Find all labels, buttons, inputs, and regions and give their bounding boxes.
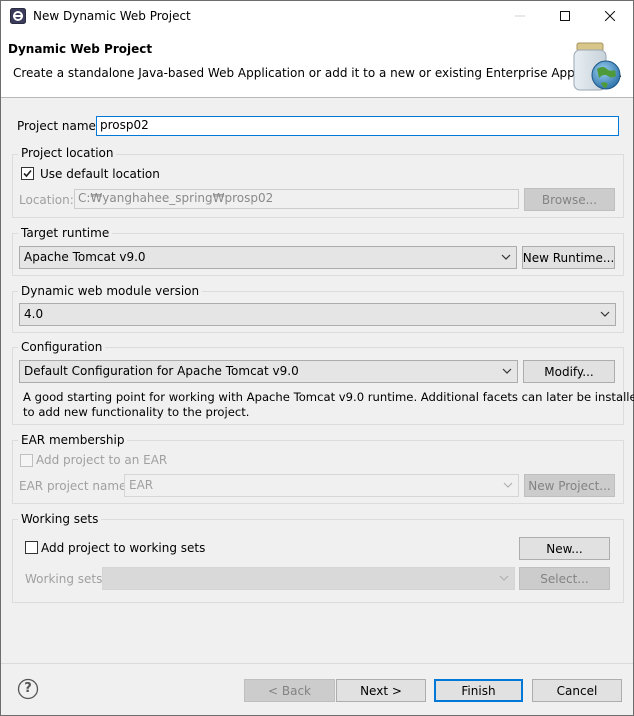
module-version-select[interactable]: 4.0 <box>19 303 616 326</box>
working-sets-label: Working sets: <box>25 572 107 586</box>
back-button[interactable]: < Back <box>244 679 335 702</box>
working-sets-group-label: Working sets <box>18 512 102 526</box>
chevron-down-icon <box>499 575 509 581</box>
chevron-down-icon <box>503 482 513 488</box>
add-to-working-sets-label: Add project to working sets <box>41 541 206 555</box>
close-icon <box>605 11 615 21</box>
target-runtime-select[interactable]: Apache Tomcat v9.0 <box>19 246 517 269</box>
window-title: New Dynamic Web Project <box>33 9 191 23</box>
configuration-description-line2: to add new functionality to the project. <box>23 405 250 419</box>
project-location-group-label: Project location <box>18 146 117 160</box>
chevron-down-icon <box>600 311 610 317</box>
location-input[interactable]: C:₩yanghahee_spring₩prosp02 <box>74 189 519 209</box>
new-working-set-button[interactable]: New... <box>519 537 610 560</box>
eclipse-app-icon <box>10 8 26 24</box>
project-name-label: Project name: <box>17 119 100 133</box>
module-version-value: 4.0 <box>24 307 44 321</box>
modify-button[interactable]: Modify... <box>523 360 615 383</box>
module-version-group-label: Dynamic web module version <box>18 284 203 298</box>
help-button[interactable]: ? <box>17 678 39 700</box>
browse-button[interactable]: Browse... <box>524 188 615 211</box>
page-title: Dynamic Web Project <box>8 42 153 56</box>
use-default-location-checkbox[interactable] <box>21 167 34 180</box>
checkmark-icon <box>23 169 32 178</box>
add-to-ear-checkbox[interactable] <box>20 454 33 467</box>
web-project-banner-icon <box>573 42 621 91</box>
new-runtime-button[interactable]: New Runtime... <box>522 246 615 269</box>
close-button[interactable] <box>587 1 633 31</box>
ear-project-name-value: EAR <box>129 478 154 492</box>
configuration-value: Default Configuration for Apache Tomcat … <box>24 364 299 378</box>
help-glyph: ? <box>24 681 32 696</box>
new-ear-project-button[interactable]: New Project... <box>524 474 615 497</box>
add-to-ear-label: Add project to an EAR <box>36 453 168 467</box>
ear-membership-group-label: EAR membership <box>18 433 128 447</box>
footer-separator <box>1 663 633 664</box>
configuration-description-line1: A good starting point for working with A… <box>23 390 634 404</box>
maximize-button[interactable] <box>542 1 588 31</box>
page-description: Create a standalone Java-based Web Appli… <box>13 66 623 80</box>
project-name-input[interactable]: prosp02 <box>96 116 619 136</box>
target-runtime-group-label: Target runtime <box>18 226 113 240</box>
ear-project-name-select[interactable]: EAR <box>124 474 519 497</box>
configuration-select[interactable]: Default Configuration for Apache Tomcat … <box>19 360 518 383</box>
select-working-sets-button[interactable]: Select... <box>519 567 610 590</box>
configuration-group-label: Configuration <box>18 340 106 354</box>
minimize-button[interactable] <box>497 1 543 31</box>
working-sets-select[interactable] <box>102 567 515 590</box>
next-button[interactable]: Next > <box>336 679 426 702</box>
working-sets-group <box>12 519 624 603</box>
add-to-working-sets-checkbox[interactable] <box>25 541 38 554</box>
title-bar: New Dynamic Web Project <box>1 1 633 31</box>
use-default-location-label: Use default location <box>40 167 160 181</box>
finish-button[interactable]: Finish <box>434 679 523 702</box>
chevron-down-icon <box>501 254 511 260</box>
ear-project-name-label: EAR project name: <box>19 479 131 493</box>
dialog-window: New Dynamic Web Project Dynamic Web Proj… <box>0 0 634 716</box>
target-runtime-value: Apache Tomcat v9.0 <box>24 250 146 264</box>
maximize-icon <box>560 11 570 21</box>
chevron-down-icon <box>502 368 512 374</box>
minimize-icon <box>515 15 525 17</box>
cancel-button[interactable]: Cancel <box>532 679 622 702</box>
wizard-header: Dynamic Web Project Create a standalone … <box>1 31 633 98</box>
location-label: Location: <box>19 193 74 207</box>
